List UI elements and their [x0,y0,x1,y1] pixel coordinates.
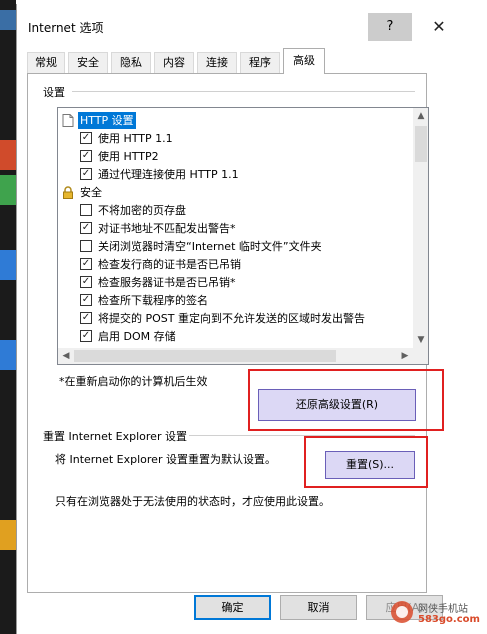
list-item-label: 通过代理连接使用 HTTP 1.1 [98,168,239,181]
desktop-icon [0,250,16,280]
settings-list[interactable]: HTTP 设置 ✓ 使用 HTTP 1.1 ✓ 使用 HTTP2 ✓ 通过代理连… [57,107,429,365]
desktop-background-strip [0,0,16,634]
site-watermark: 网侠手机站 583go.com [388,590,487,634]
help-button[interactable]: ? [368,13,412,41]
list-item[interactable]: 不将加密的页存盘 [58,202,398,219]
highlight-box [248,369,444,431]
group-divider [72,91,415,92]
list-item[interactable]: ✓ 通过代理连接使用 HTTP 1.1 [58,166,398,183]
tab-security[interactable]: 安全 [68,52,108,74]
desktop-icon [0,520,16,550]
scroll-thumb[interactable] [74,350,336,362]
watermark-line1: 网侠手机站 [418,604,468,615]
highlight-box [304,436,428,488]
checkbox-checked[interactable]: ✓ [80,258,92,270]
list-item-label: 检查服务器证书是否已吊销* [98,276,236,289]
scroll-right-icon[interactable]: ▶ [397,348,413,364]
list-item-label: 不将加密的页存盘 [98,204,186,217]
list-item[interactable]: ✓ 检查服务器证书是否已吊销* [58,274,398,291]
tab-general[interactable]: 常规 [27,52,65,74]
ok-button[interactable]: 确定 [194,595,271,620]
list-item-label: HTTP 设置 [78,112,136,129]
checkbox-checked[interactable]: ✓ [80,294,92,306]
scroll-down-icon[interactable]: ▼ [413,332,428,348]
title-bar: Internet 选项 ? ✕ [17,4,487,44]
list-item[interactable]: ✓ 检查所下载程序的签名 [58,292,398,309]
settings-group-label: 设置 [43,86,65,99]
desktop-icon [0,10,16,30]
list-item[interactable]: ✓ 将提交的 POST 重定向到不允许发送的区域时发出警告 [58,310,398,327]
tab-programs[interactable]: 程序 [240,52,280,74]
checkbox-checked[interactable]: ✓ [80,312,92,324]
window-title: Internet 选项 [28,21,104,35]
cancel-button[interactable]: 取消 [280,595,357,620]
list-item-label: 启用 DOM 存储 [98,330,176,343]
list-item-label: 关闭浏览器时清空“Internet 临时文件”文件夹 [98,240,322,253]
reset-group-label: 重置 Internet Explorer 设置 [43,430,187,443]
desktop-icon [0,175,16,205]
checkbox-checked[interactable]: ✓ [80,150,92,162]
checkbox-checked[interactable]: ✓ [80,276,92,288]
list-item[interactable]: ✓ 启用 DOM 存储 [58,328,398,345]
list-item[interactable]: ✓ 使用 HTTP 1.1 [58,130,398,147]
list-item-label: 对证书地址不匹配发出警告* [98,222,236,235]
checkbox-unchecked[interactable] [80,240,92,252]
list-item[interactable]: HTTP 设置 [58,112,398,129]
list-item[interactable]: ✓ 对证书地址不匹配发出警告* [58,220,398,237]
checkbox-checked[interactable]: ✓ [80,330,92,342]
checkbox-unchecked[interactable] [80,204,92,216]
vertical-scrollbar[interactable]: ▲ ▼ [413,108,428,348]
tab-connections[interactable]: 连接 [197,52,237,74]
watermark-line2: 583go.com [418,614,480,625]
list-item-label: 使用 HTTP 1.1 [98,132,173,145]
desktop-icon [0,340,16,370]
lock-icon [63,186,73,199]
list-item[interactable]: ✓ 使用 HTTP2 [58,148,398,165]
tab-privacy[interactable]: 隐私 [111,52,151,74]
restart-note: *在重新启动你的计算机后生效 [59,375,208,388]
list-item-label: 检查发行商的证书是否已吊销 [98,258,241,271]
scroll-up-icon[interactable]: ▲ [413,108,428,124]
scroll-left-icon[interactable]: ◀ [58,348,74,364]
list-item[interactable]: ✓ 检查发行商的证书是否已吊销 [58,256,398,273]
list-item-label: 检查所下载程序的签名 [98,294,208,307]
checkbox-checked[interactable]: ✓ [80,168,92,180]
list-item[interactable]: 安全 [58,184,398,201]
internet-options-dialog: Internet 选项 ? ✕ 常规 安全 隐私 内容 连接 程序 高级 设置 … [16,4,487,634]
close-button[interactable]: ✕ [417,13,461,41]
scroll-corner [413,348,428,364]
tab-advanced[interactable]: 高级 [283,48,325,74]
list-item-label: 将提交的 POST 重定向到不允许发送的区域时发出警告 [98,312,365,325]
scroll-thumb[interactable] [415,126,427,162]
list-item-label: 安全 [80,186,102,199]
checkbox-checked[interactable]: ✓ [80,222,92,234]
tab-content[interactable]: 内容 [154,52,194,74]
list-item-label: 使用 HTTP2 [98,150,159,163]
horizontal-scrollbar[interactable]: ◀ ▶ [58,348,413,364]
desktop-icon [0,140,16,170]
checkbox-checked[interactable]: ✓ [80,132,92,144]
reset-warning: 只有在浏览器处于无法使用的状态时，才应使用此设置。 [55,495,330,508]
list-item[interactable]: 关闭浏览器时清空“Internet 临时文件”文件夹 [58,238,398,255]
reset-description: 将 Internet Explorer 设置重置为默认设置。 [55,453,276,466]
page-icon [62,114,74,127]
